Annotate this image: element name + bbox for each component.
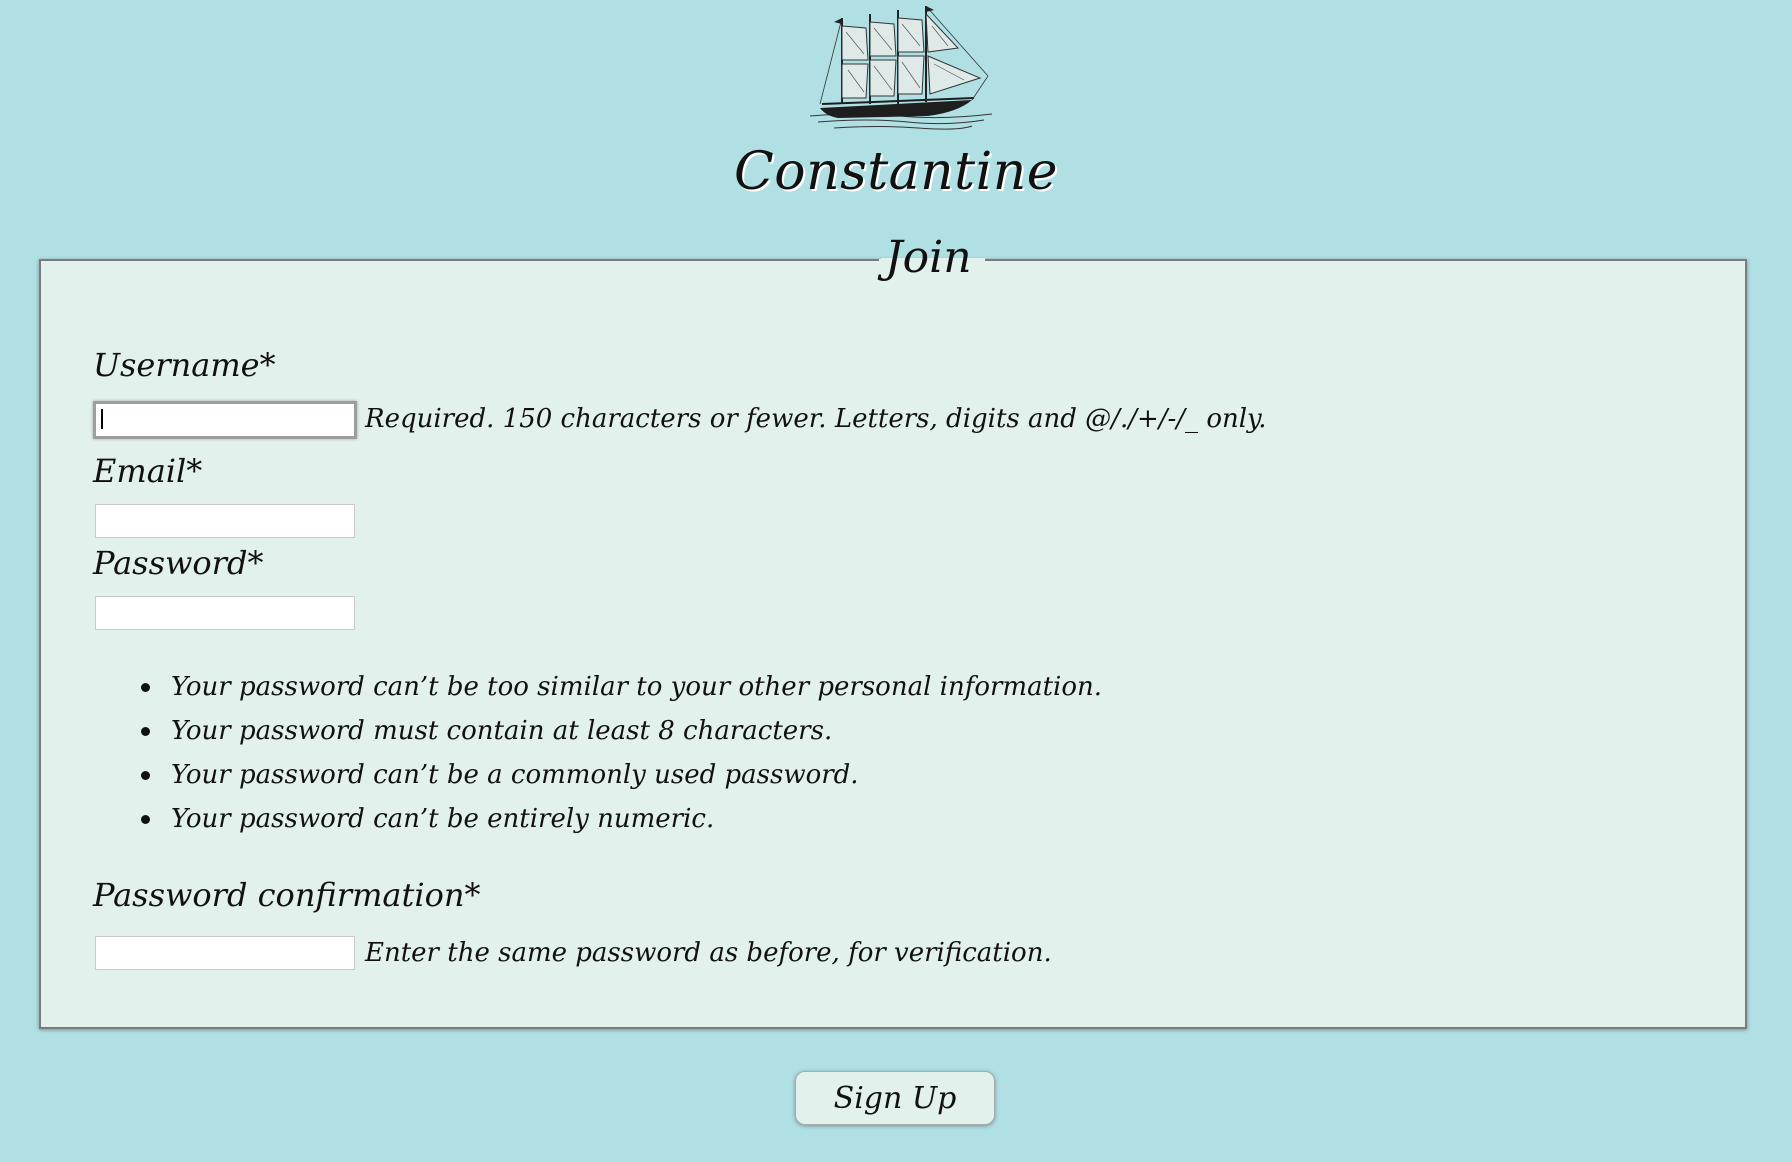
sailing-ship-icon xyxy=(809,5,993,130)
username-input[interactable] xyxy=(93,401,357,439)
username-label: Username* xyxy=(93,346,276,384)
bullet-icon xyxy=(141,683,150,692)
list-item: Your password can’t be too similar to yo… xyxy=(137,665,1102,709)
fieldset-legend: Join xyxy=(879,223,978,293)
bullet-icon xyxy=(141,771,150,780)
password-input[interactable] xyxy=(95,596,355,630)
password-label: Password* xyxy=(93,544,264,582)
password-confirmation-label: Password confirmation* xyxy=(93,876,481,914)
sign-up-button[interactable]: Sign Up xyxy=(795,1071,995,1125)
join-fieldset: Join Username* Required. 150 characters … xyxy=(39,223,1747,1029)
password-rule-text: Your password can’t be a commonly used p… xyxy=(171,760,859,790)
bullet-icon xyxy=(141,727,150,736)
password-rules-list: Your password can’t be too similar to yo… xyxy=(137,665,1102,841)
password-confirmation-input[interactable] xyxy=(95,936,355,970)
site-title: Constantine xyxy=(734,142,1058,202)
password-rule-text: Your password can’t be too similar to yo… xyxy=(171,672,1103,702)
text-caret xyxy=(101,409,103,429)
password-confirmation-help-text: Enter the same password as before, for v… xyxy=(365,938,1052,968)
password-rule-text: Your password must contain at least 8 ch… xyxy=(171,716,833,746)
email-input[interactable] xyxy=(95,504,355,538)
list-item: Your password must contain at least 8 ch… xyxy=(137,709,1102,753)
password-rule-text: Your password can’t be entirely numeric. xyxy=(171,804,715,834)
bullet-icon xyxy=(141,815,150,824)
list-item: Your password can’t be a commonly used p… xyxy=(137,753,1102,797)
email-label: Email* xyxy=(93,452,203,490)
username-help-text: Required. 150 characters or fewer. Lette… xyxy=(365,404,1267,434)
list-item: Your password can’t be entirely numeric. xyxy=(137,797,1102,841)
